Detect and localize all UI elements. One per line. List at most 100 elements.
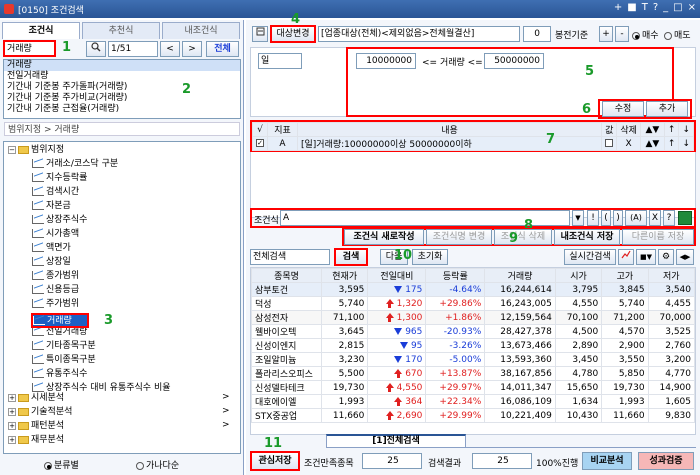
tree-folder-finance[interactable]: + 재무분석 (8, 434, 64, 447)
condition-move[interactable]: ▲▼ (639, 136, 665, 151)
table-row[interactable]: 삼성전자 71,100 1,300 +1.86% 12,159,564 70,100 71… (251, 310, 695, 325)
formula-dropdown[interactable]: ▼ (572, 210, 584, 226)
plus-icon[interactable]: + (614, 2, 622, 13)
minus-button[interactable]: - (615, 26, 629, 42)
table-row[interactable]: 덕성 5,740 1,320 +29.86% 16,243,005 4,550 5,740… (251, 296, 695, 311)
tree-item[interactable]: 기타종목구분 (32, 340, 96, 353)
plus-button[interactable]: + (599, 26, 613, 42)
search-run-button[interactable]: 검색 (334, 248, 368, 266)
close-icon[interactable]: × (688, 2, 696, 13)
sort-by-alpha[interactable]: 가나다순 (136, 458, 179, 471)
op-group[interactable]: (A) (625, 210, 647, 226)
expand-icon[interactable]: + (8, 421, 16, 430)
tab-recommended[interactable]: 추천식 (82, 22, 160, 39)
table-row[interactable]: 삼부토건 3,595 175 -4.64% 16,244,614 3,795 3,845 3… (251, 282, 695, 297)
minimize-icon[interactable]: _ (663, 2, 668, 13)
tree-folder-price[interactable]: + 시세분석 (8, 392, 64, 405)
tree-item[interactable]: 액면가 (32, 242, 71, 255)
menu-dropdown-icon[interactable]: ■▼ (636, 249, 656, 265)
tree-item-volume-selected[interactable]: 거래량 (31, 313, 89, 328)
tree-folder-pattern[interactable]: + 패턴분석 (8, 420, 64, 433)
collapse-icon[interactable]: − (8, 145, 16, 154)
col-name[interactable]: 종목명 (251, 268, 322, 283)
list-item[interactable]: 거래량 (4, 60, 240, 71)
table-row[interactable]: 조일알미늄 3,230 170 -5.00% 13,593,360 3,450 3,550… (251, 352, 695, 367)
tree-item[interactable]: 종가범위 (32, 270, 79, 283)
op-not[interactable]: ! (587, 210, 599, 226)
tree-item[interactable]: 검색시간 (32, 186, 79, 199)
condition-down[interactable]: ↓ (678, 136, 694, 151)
search-input[interactable]: 거래량 (3, 40, 56, 57)
tree-item[interactable]: 주가범위 (32, 298, 79, 311)
save-condition-button[interactable]: 내조건식 저장 (554, 229, 620, 245)
tree-folder-technical[interactable]: + 기술적분석 (8, 406, 72, 419)
table-row[interactable]: 폴라리스오피스 5,500 670 +13.87% 38,167,856 4,780 5,… (251, 366, 695, 381)
expand-icon[interactable]: + (8, 435, 16, 444)
settings-icon[interactable]: ⚙ (658, 249, 674, 265)
font-icon[interactable]: T (642, 2, 648, 13)
next-button[interactable]: > (182, 41, 202, 57)
table-row[interactable]: 신성델타테크 19,730 4,550 +29.97% 14,011,347 15,65… (251, 380, 695, 395)
col-change[interactable]: 전일대비 (367, 268, 427, 283)
col-volume[interactable]: 거래량 (484, 268, 556, 283)
search-button[interactable] (86, 41, 106, 57)
expand-icon[interactable]: + (8, 393, 16, 402)
tree-item[interactable]: 유통주식수 (32, 368, 87, 381)
tab-condition[interactable]: 조건식 (2, 22, 80, 39)
target-change-button[interactable]: 대상변경 (270, 25, 316, 43)
sell-radio[interactable]: 매도 (664, 28, 691, 41)
col-open[interactable]: 시가 (554, 268, 603, 283)
realtime-search-button[interactable]: 실시간검색 (564, 249, 616, 265)
op-delete[interactable]: X (649, 210, 661, 226)
prev-button[interactable]: < (160, 41, 180, 57)
arrows-icon[interactable]: ◀▶ (676, 249, 694, 265)
new-condition-button[interactable]: 조건식 새로작성 (344, 229, 424, 245)
table-row[interactable]: 신성이엔지 2,815 95 -3.26% 13,673,466 2,890 2,900 2… (251, 338, 695, 353)
tree-item[interactable]: 자본금 (32, 200, 71, 213)
op-close[interactable]: ) (613, 210, 623, 226)
table-row[interactable]: STX중공업 11,660 2,690 +29.99% 10,221,409 10,43… (251, 408, 695, 423)
list-item[interactable]: 기간내 기준봉 근접율(거래량) (4, 104, 240, 115)
save-interest-button[interactable]: 관심저장 (250, 451, 300, 471)
tree-item[interactable]: 지수등락률 (32, 172, 87, 185)
bong-spinner[interactable]: 0 (523, 26, 551, 42)
search-scope-select[interactable]: 전체검색 (250, 249, 330, 265)
op-help[interactable]: ? (663, 210, 675, 226)
list-item[interactable]: 기간내 기준봉 주가비교(거래량) (4, 93, 240, 104)
compare-button[interactable]: 비교분석 (582, 452, 632, 470)
expand-icon[interactable]: + (8, 407, 16, 416)
condition-delete[interactable]: X (616, 136, 641, 151)
save-as-button[interactable]: 다른이름 저장 (622, 229, 694, 245)
tab-my-condition[interactable]: 내조건식 (162, 22, 240, 39)
all-button[interactable]: 전체 (206, 41, 239, 57)
col-high[interactable]: 고가 (601, 268, 649, 283)
target-icon[interactable] (252, 26, 268, 42)
period-select[interactable]: 일 (258, 53, 302, 69)
col-low[interactable]: 저가 (647, 268, 695, 283)
maximize-icon[interactable]: □ (673, 2, 682, 13)
list-item[interactable]: 기간내 기준봉 주가돌파(거래량) (4, 82, 240, 93)
verify-button[interactable]: 성과검증 (638, 452, 694, 470)
table-row[interactable]: 대호에이엘 1,993 364 +22.34% 16,086,109 1,634 1,99… (251, 394, 695, 409)
reset-button[interactable]: 초기화 (412, 249, 448, 265)
col-price[interactable]: 현재가 (320, 268, 369, 283)
modify-button[interactable]: 수정 (602, 101, 644, 117)
tree-item[interactable]: 신용등급 (32, 284, 79, 297)
range-min-input[interactable]: 10000000 (356, 53, 416, 69)
chart-icon[interactable] (618, 249, 634, 265)
help-icon[interactable]: ? (653, 2, 658, 13)
buy-radio[interactable]: 매수 (632, 28, 659, 41)
tree-item[interactable]: 거래소/코스닥 구분 (32, 158, 118, 171)
tree-item[interactable]: 상장주식수 (32, 214, 87, 227)
tree-item[interactable]: 상장일 (32, 256, 71, 269)
op-open[interactable]: ( (601, 210, 611, 226)
list-item[interactable]: 전일거래량 (4, 71, 240, 82)
condition-up[interactable]: ↑ (663, 136, 680, 151)
chevron-right-icon[interactable]: > (222, 420, 230, 430)
square-icon[interactable]: ■ (627, 2, 636, 13)
tree-item[interactable]: 특이종목구분 (32, 354, 96, 367)
add-button[interactable]: 추가 (646, 101, 688, 117)
tree-item[interactable]: 시가총액 (32, 228, 79, 241)
rename-condition-button[interactable]: 조건식명 변경 (426, 229, 492, 245)
excel-icon[interactable] (678, 211, 692, 225)
